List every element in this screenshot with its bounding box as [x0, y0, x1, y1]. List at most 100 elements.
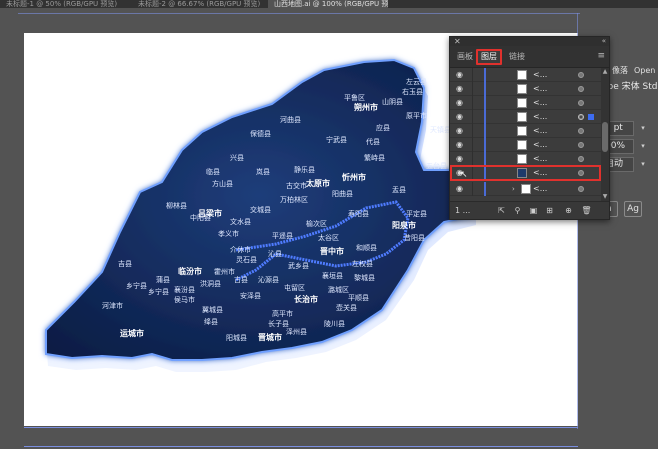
layers-scrollbar[interactable]: ▲ ▼: [601, 68, 609, 201]
layer-name[interactable]: <...: [533, 68, 547, 82]
layer-row[interactable]: ◉ <...: [450, 68, 601, 82]
selection-indicator[interactable]: [588, 114, 594, 120]
map-label: 晋中市: [320, 246, 344, 256]
layer-row[interactable]: ◉ <...: [450, 110, 601, 124]
map-label: 宁武县: [326, 135, 347, 144]
eye-icon[interactable]: ◉: [456, 140, 463, 149]
scroll-down-icon[interactable]: ▼: [601, 193, 609, 201]
map-label: 沁源县: [258, 275, 279, 284]
new-sublayer-icon[interactable]: ⊞: [544, 205, 555, 216]
target-icon[interactable]: [578, 142, 584, 148]
scroll-up-icon[interactable]: ▲: [601, 68, 609, 76]
map-label: 晋城市: [258, 332, 282, 342]
map-label: 陵川县: [324, 319, 345, 328]
chevron-down-icon[interactable]: ▾: [638, 157, 648, 172]
panel-tabs: 画板 图层 链接 ≡: [450, 46, 609, 68]
target-icon[interactable]: [578, 156, 584, 162]
map-label: 黎城县: [354, 273, 375, 282]
layer-row[interactable]: ◉ <...: [450, 152, 601, 166]
document-tab[interactable]: 未标题-2 @ 66.67% (RGB/GPU 预览): [132, 0, 260, 8]
map-label: 古县: [234, 275, 248, 284]
document-tab[interactable]: 未标题-1 @ 50% (RGB/GPU 预览): [0, 0, 128, 8]
layer-thumbnail: [517, 70, 527, 80]
layer-list: ◉ <... ◉ <... ◉ <... ◉ <... ◉ <... ◉ <..…: [450, 68, 601, 201]
scrollbar-thumb[interactable]: [602, 122, 608, 152]
shanxi-map-artwork[interactable]: 左云县 右玉县 平鲁区 朔州市 山阴县 河曲县 保德县 宁武县 代县 繁峙县 原…: [36, 40, 480, 385]
map-label: 乡宁县: [148, 287, 169, 296]
map-label: 长治市: [294, 294, 318, 304]
eye-icon[interactable]: ◉: [456, 84, 463, 93]
chevron-down-icon[interactable]: ▾: [638, 139, 648, 154]
map-label: 阳泉市: [392, 220, 416, 230]
layer-name[interactable]: <...: [533, 124, 547, 138]
map-label: 忻州市: [342, 172, 366, 182]
layer-row[interactable]: ◉ › <...: [450, 182, 601, 196]
layer-thumbnail: [517, 84, 527, 94]
layer-row[interactable]: ◉ <...: [450, 124, 601, 138]
close-icon[interactable]: ✕: [454, 37, 461, 46]
map-label: 静乐县: [294, 165, 315, 174]
font-tab-label[interactable]: Open: [634, 63, 655, 79]
panel-header: ✕ «: [450, 37, 609, 46]
map-label: 运城市: [120, 328, 144, 338]
target-icon[interactable]: [578, 186, 584, 192]
map-label: 灵石县: [236, 256, 257, 264]
document-tab-active[interactable]: 山西地图.ai @ 100% (RGB/GPU 预览): [268, 0, 388, 8]
eye-icon[interactable]: ◉: [456, 70, 463, 79]
layer-name[interactable]: <...: [533, 82, 547, 96]
map-label: 沁县: [268, 249, 282, 258]
small-caps-button[interactable]: Ag: [624, 201, 642, 217]
layer-row[interactable]: ◉ <...: [450, 96, 601, 110]
export-icon[interactable]: ⇱: [496, 205, 507, 216]
layer-name[interactable]: <...: [533, 138, 547, 152]
map-label: 万柏林区: [280, 195, 308, 204]
map-label: 平鲁区: [344, 93, 365, 102]
map-label: 中阳县: [190, 213, 211, 222]
map-label: 安泽县: [240, 291, 261, 300]
tab-links[interactable]: 链接: [506, 49, 528, 65]
map-label: 左云县: [406, 77, 427, 86]
map-label: 右玉县: [402, 87, 423, 96]
target-icon[interactable]: [578, 100, 584, 106]
panel-menu-icon[interactable]: ≡: [597, 51, 605, 61]
layer-name[interactable]: <...: [533, 152, 547, 166]
map-svg: 左云县 右玉县 平鲁区 朔州市 山阴县 河曲县 保德县 宁武县 代县 繁峙县 原…: [45, 58, 476, 372]
target-icon[interactable]: [578, 72, 584, 78]
eye-icon[interactable]: ◉: [456, 98, 463, 107]
trash-icon[interactable]: 🗑: [581, 205, 592, 216]
map-label: 朔州市: [354, 102, 378, 112]
clipping-mask-icon[interactable]: ▣: [528, 205, 539, 216]
target-icon[interactable]: [578, 114, 584, 120]
map-label: 应县: [376, 123, 390, 132]
new-layer-icon[interactable]: ⊕: [563, 205, 574, 216]
target-icon[interactable]: [578, 128, 584, 134]
map-label: 长子县: [268, 319, 289, 328]
eye-icon[interactable]: ◉: [456, 112, 463, 121]
map-label: 太原市: [305, 178, 330, 188]
guide-line: [18, 13, 580, 14]
expand-arrow-icon[interactable]: ›: [512, 184, 518, 194]
layer-row[interactable]: ◉ <...: [450, 138, 601, 152]
layer-name[interactable]: <...: [533, 182, 547, 196]
map-label: 交城县: [250, 205, 271, 214]
map-label: 天镇县: [430, 125, 451, 134]
map-label: 盂县: [392, 186, 406, 194]
layer-row[interactable]: ◉ <...: [450, 82, 601, 96]
font-tab-label[interactable]: 像落: [612, 63, 628, 79]
chevron-down-icon[interactable]: ▾: [638, 121, 648, 136]
map-label: 兴县: [230, 153, 244, 162]
layer-name[interactable]: <...: [533, 96, 547, 110]
layer-name[interactable]: <...: [533, 110, 547, 124]
eye-icon[interactable]: ◉: [456, 154, 463, 163]
target-icon[interactable]: [578, 86, 584, 92]
layers-panel: ✕ « 画板 图层 链接 ≡ ◉ <... ◉ <... ◉ <... ◉ <.…: [449, 36, 610, 220]
map-label: 洪洞县: [200, 279, 221, 288]
collapse-icon[interactable]: «: [602, 37, 606, 46]
tab-artboards[interactable]: 画板: [454, 49, 476, 65]
document-tab-bar: 未标题-1 @ 50% (RGB/GPU 预览) 未标题-2 @ 66.67% …: [0, 0, 658, 8]
map-label: 襄垣县: [322, 271, 343, 280]
eye-icon[interactable]: ◉: [456, 126, 463, 135]
eye-icon[interactable]: ◉: [456, 184, 463, 193]
tab-layers[interactable]: 图层: [476, 49, 502, 65]
locate-object-icon[interactable]: ⚲: [512, 205, 523, 216]
